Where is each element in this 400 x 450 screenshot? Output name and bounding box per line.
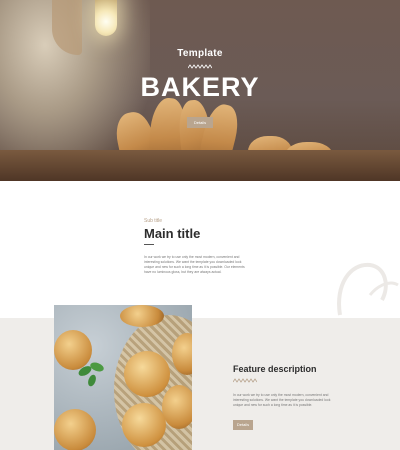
title-underline [144,244,154,245]
section-main-title: Main title [144,226,201,241]
feature-paragraph: In our work we try to use only the most … [233,393,331,407]
zigzag-divider-icon [188,64,212,69]
bread-basket [0,150,400,181]
lamp-image [95,0,117,36]
intro-paragraph: In our work we try to use only the most … [144,255,245,274]
zigzag-divider-icon [233,378,257,383]
section-subtitle: Sub title [144,218,163,224]
hero-details-button[interactable]: Details [187,117,213,128]
feature-title: Feature description [233,364,317,374]
hero-banner: Template BAKERY Details [0,0,400,181]
feature-details-button[interactable]: Details [233,420,253,430]
pastry-photo [54,305,192,450]
hero-subtitle: Template [177,48,223,59]
decorative-leaf-icon [337,262,399,316]
hero-title: BAKERY [140,72,260,102]
